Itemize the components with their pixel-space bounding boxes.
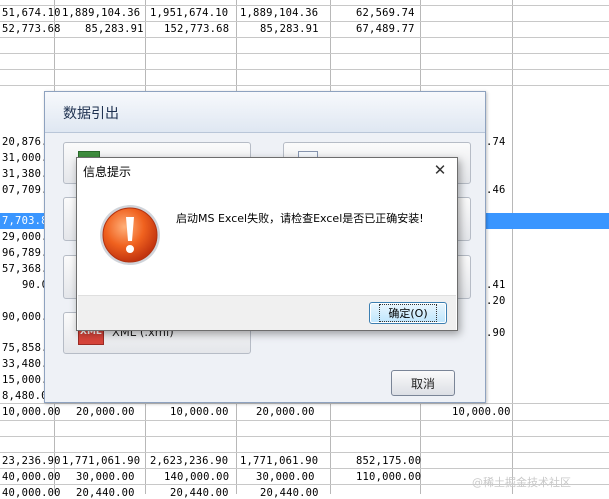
table-cell[interactable]: 20,000.00: [256, 406, 315, 418]
warning-icon: [100, 205, 160, 265]
table-cell[interactable]: 110,000.00: [356, 471, 421, 483]
grid-line: [0, 452, 609, 453]
table-cell[interactable]: 8,480.0: [2, 390, 48, 402]
grid-line: [0, 85, 609, 86]
selected-row-highlight: [484, 213, 609, 229]
grid-line: [0, 5, 609, 6]
message-box-footer: 确定(O): [78, 295, 456, 330]
table-cell[interactable]: 51,674.10: [2, 7, 61, 19]
table-cell[interactable]: 85,283.91: [260, 23, 319, 35]
table-cell[interactable]: .74: [486, 136, 506, 148]
table-cell[interactable]: 85,283.91: [85, 23, 144, 35]
close-icon[interactable]: ✕: [431, 161, 449, 179]
table-cell[interactable]: 2,623,236.90: [150, 455, 228, 467]
table-cell[interactable]: 852,175.00: [356, 455, 421, 467]
grid-line: [0, 37, 609, 38]
table-cell[interactable]: 10,000.00: [170, 406, 229, 418]
grid-line: [0, 420, 609, 421]
grid-line: [0, 69, 609, 70]
table-cell[interactable]: 1,889,104.36: [240, 7, 318, 19]
table-cell[interactable]: 140,000.00: [164, 471, 229, 483]
table-cell[interactable]: 20,440.00: [76, 487, 135, 499]
grid-line: [0, 436, 609, 437]
table-cell[interactable]: .90: [486, 327, 506, 339]
table-cell[interactable]: 62,569.74: [356, 7, 415, 19]
table-cell[interactable]: 20,440.00: [260, 487, 319, 499]
grid-line: [0, 21, 609, 22]
ok-button-label: 确定(O): [379, 304, 437, 322]
message-box-body: 启动MS Excel失败，请检查Excel是否已正确安装!: [78, 183, 456, 295]
error-message: 启动MS Excel失败，请检查Excel是否已正确安装!: [176, 212, 424, 225]
table-cell[interactable]: 30,000.00: [76, 471, 135, 483]
message-box-title: 信息提示: [83, 165, 132, 179]
table-cell[interactable]: .46: [486, 184, 506, 196]
message-box-titlebar[interactable]: 信息提示 ✕: [77, 158, 457, 182]
table-cell[interactable]: 7,703.8: [2, 215, 48, 227]
table-cell[interactable]: 1,951,674.10: [150, 7, 228, 19]
table-cell[interactable]: 67,489.77: [356, 23, 415, 35]
watermark: @稀土掘金技术社区: [472, 476, 571, 489]
grid-line: [0, 468, 609, 469]
grid-line: [0, 53, 609, 54]
ok-button[interactable]: 确定(O): [369, 302, 447, 324]
grid-line: [0, 403, 609, 404]
table-cell[interactable]: .41: [486, 279, 506, 291]
export-dialog-titlebar[interactable]: 数据引出: [45, 92, 485, 133]
table-cell[interactable]: 20,440.00: [170, 487, 229, 499]
table-cell[interactable]: 1,771,061.90: [62, 455, 140, 467]
table-cell[interactable]: 10,000.00: [2, 406, 61, 418]
table-cell[interactable]: .20: [486, 295, 506, 307]
table-cell[interactable]: 152,773.68: [164, 23, 229, 35]
table-cell[interactable]: 10,000.00: [452, 406, 511, 418]
table-cell[interactable]: 40,000.00: [2, 471, 61, 483]
table-cell[interactable]: 1,889,104.36: [62, 7, 140, 19]
table-cell[interactable]: 40,000.00: [2, 487, 61, 499]
table-cell[interactable]: 20,000.00: [76, 406, 135, 418]
table-cell[interactable]: 30,000.00: [256, 471, 315, 483]
table-cell[interactable]: 23,236.90: [2, 455, 61, 467]
export-dialog-title: 数据引出: [63, 106, 119, 122]
table-cell[interactable]: 52,773.68: [2, 23, 61, 35]
cancel-button[interactable]: 取消: [391, 370, 455, 396]
table-cell[interactable]: 1,771,061.90: [240, 455, 318, 467]
message-box: 信息提示 ✕ 启动MS Excel失败，请检查Excel是否已正确安装! 确定(…: [76, 157, 458, 331]
